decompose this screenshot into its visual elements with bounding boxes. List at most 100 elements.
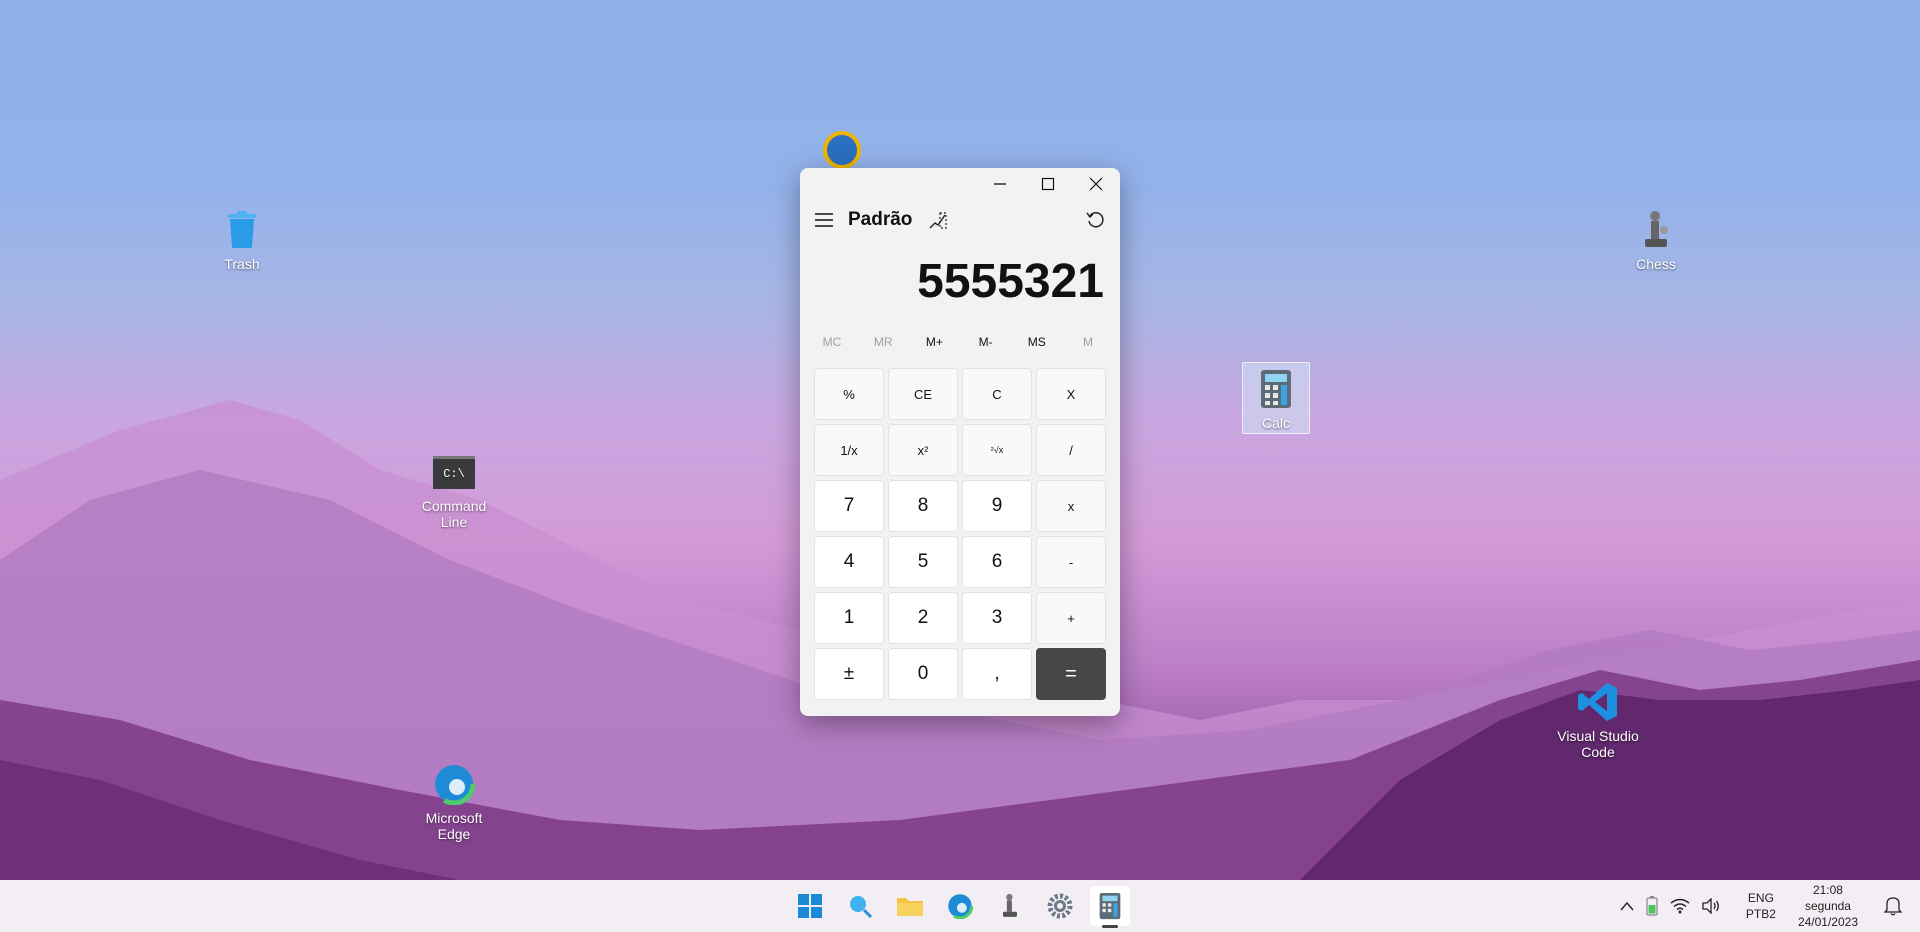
clock-time: 21:08	[1812, 883, 1843, 897]
bell-icon	[1884, 897, 1902, 916]
taskbar-search-button[interactable]	[840, 886, 880, 926]
add-key[interactable]: +	[1036, 592, 1106, 644]
network-button[interactable]	[1670, 898, 1690, 914]
digit-1-key[interactable]: 1	[814, 592, 884, 644]
desktop-icon-vscode[interactable]: Visual Studio Code	[1552, 680, 1644, 760]
edge-icon	[432, 762, 476, 806]
clock[interactable]: 21:08 segunda 24/01/2023	[1798, 882, 1858, 930]
memory-list-button[interactable]: M	[1068, 335, 1108, 349]
desktop-icon-label: Trash	[224, 256, 260, 272]
settings-icon	[1047, 893, 1073, 919]
percent-key[interactable]: %	[814, 368, 884, 420]
reciprocal-key[interactable]: 1/x	[814, 424, 884, 476]
taskbar-calculator[interactable]	[1090, 886, 1130, 928]
digit-5-key[interactable]: 5	[888, 536, 958, 588]
subtract-key[interactable]: -	[1036, 536, 1106, 588]
chess-icon	[1003, 893, 1017, 917]
taskbar: ENG PTB2 21:08 segunda 24/01/2023	[0, 880, 1920, 932]
calculator-header: Padrão	[800, 200, 1120, 240]
keep-on-top-button[interactable]	[928, 210, 948, 230]
volume-icon	[1702, 898, 1719, 914]
digit-3-key[interactable]: 3	[962, 592, 1032, 644]
calculator-icon	[1099, 892, 1121, 920]
maximize-button[interactable]	[1024, 168, 1072, 200]
memory-clear-button[interactable]: MC	[812, 335, 852, 349]
square-key[interactable]: x²	[888, 424, 958, 476]
divide-key[interactable]: /	[1036, 424, 1106, 476]
mode-title: Padrão	[848, 209, 913, 230]
memory-add-button[interactable]: M+	[914, 335, 954, 349]
digit-8-key[interactable]: 8	[888, 480, 958, 532]
desktop-icon-command-line[interactable]: C:\ Command Line	[412, 450, 496, 530]
terminal-glyph: C:\	[433, 455, 475, 489]
clear-entry-key[interactable]: CE	[888, 368, 958, 420]
clock-day: segunda	[1804, 899, 1851, 913]
input-language-button[interactable]: ENG PTB2	[1746, 890, 1776, 922]
battery-icon	[1646, 896, 1658, 916]
keypad: % CE C X 1/x x² ²√x / 7 8 9 x 4 5 6 - 1 …	[800, 360, 1120, 700]
taskbar-settings[interactable]	[1040, 886, 1080, 926]
memory-subtract-button[interactable]: M-	[966, 335, 1006, 349]
clock-date: 24/01/2023	[1797, 915, 1858, 929]
digit-0-key[interactable]: 0	[888, 648, 958, 700]
graph-icon	[929, 212, 948, 229]
taskbar-file-explorer[interactable]	[890, 886, 930, 926]
decimal-key[interactable]: ,	[962, 648, 1032, 700]
desktop-icon-label: Visual Studio Code	[1557, 728, 1639, 760]
hamburger-menu-button[interactable]	[814, 212, 834, 228]
equals-key[interactable]: =	[1036, 648, 1106, 700]
desktop-icon-label: Calc	[1261, 415, 1290, 431]
minimize-icon	[994, 183, 1006, 185]
language-code: ENG	[1747, 891, 1774, 905]
terminal-icon: C:\	[432, 450, 476, 494]
battery-button[interactable]	[1646, 896, 1658, 916]
desktop-icon-label: Chess	[1636, 256, 1676, 272]
history-button[interactable]	[1086, 210, 1106, 230]
maximize-icon	[1041, 177, 1055, 191]
memory-recall-button[interactable]: MR	[863, 335, 903, 349]
app-icon-partial	[822, 130, 862, 170]
result-display: 5555321	[917, 255, 1104, 308]
digit-6-key[interactable]: 6	[962, 536, 1032, 588]
edge-icon	[947, 893, 973, 919]
calculator-icon	[1254, 367, 1298, 411]
multiply-key[interactable]: x	[1036, 480, 1106, 532]
chevron-up-icon	[1620, 901, 1634, 911]
taskbar-edge[interactable]	[940, 886, 980, 926]
notifications-button[interactable]	[1884, 896, 1902, 916]
wifi-icon	[1670, 898, 1690, 914]
system-tray: ENG PTB2 21:08 segunda 24/01/2023	[1620, 880, 1920, 932]
desktop-icon-edge[interactable]: Microsoft Edge	[412, 762, 496, 842]
trash-icon	[220, 208, 264, 252]
taskbar-chess[interactable]	[990, 886, 1030, 926]
backspace-key[interactable]: X	[1036, 368, 1106, 420]
hamburger-icon	[815, 213, 833, 227]
desktop-icon-label: Microsoft Edge	[425, 810, 483, 842]
close-button[interactable]	[1072, 168, 1120, 200]
desktop-icon-calc[interactable]: Calc	[1242, 362, 1310, 434]
search-icon	[850, 896, 873, 919]
history-icon	[1086, 212, 1104, 228]
vscode-icon	[1576, 680, 1620, 724]
digit-4-key[interactable]: 4	[814, 536, 884, 588]
square-root-key[interactable]: ²√x	[962, 424, 1032, 476]
chess-icon	[1634, 208, 1678, 252]
memory-row: MC MR M+ M- MS M	[800, 324, 1120, 360]
taskbar-apps	[790, 880, 1130, 932]
clear-key[interactable]: C	[962, 368, 1032, 420]
desktop-icon-chess[interactable]: Chess	[1614, 208, 1698, 272]
desktop-icon-trash[interactable]: Trash	[200, 208, 284, 272]
negate-key[interactable]: ±	[814, 648, 884, 700]
file-explorer-icon	[897, 898, 923, 916]
show-hidden-icons-button[interactable]	[1620, 901, 1634, 911]
digit-7-key[interactable]: 7	[814, 480, 884, 532]
digit-9-key[interactable]: 9	[962, 480, 1032, 532]
start-icon	[798, 894, 822, 918]
calculator-window: Padrão 5555321 MC MR M+ M- MS M % CE C X…	[800, 168, 1120, 716]
digit-2-key[interactable]: 2	[888, 592, 958, 644]
volume-button[interactable]	[1702, 898, 1720, 914]
close-icon	[1089, 177, 1103, 191]
start-button[interactable]	[790, 886, 830, 926]
minimize-button[interactable]	[976, 168, 1024, 200]
memory-store-button[interactable]: MS	[1017, 335, 1057, 349]
